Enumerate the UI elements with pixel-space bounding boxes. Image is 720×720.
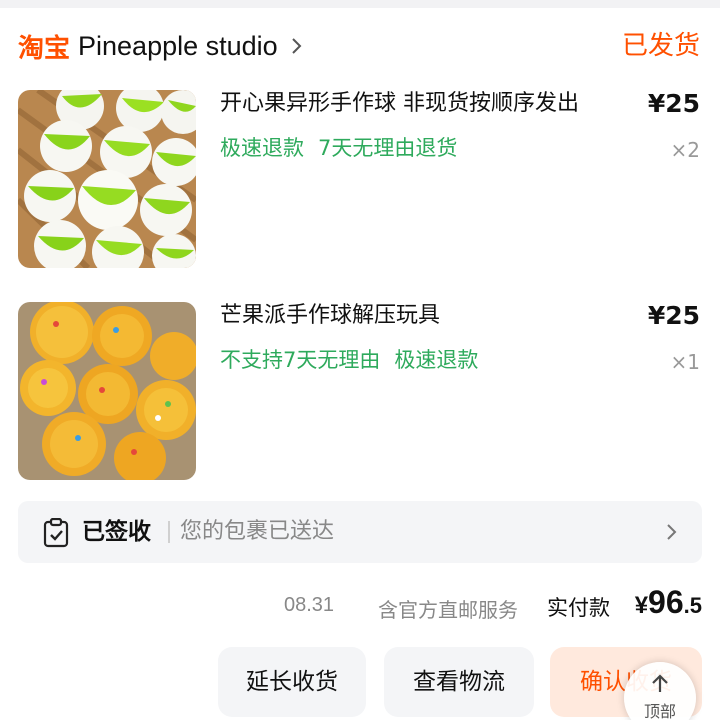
service-tag: 极速退款 — [394, 348, 479, 372]
product-image-pistachio-balls[interactable] — [18, 90, 196, 268]
paid-amount: ¥96.5 — [635, 584, 702, 621]
order-summary: 08.31 含官方直邮服务 实付款 ¥96.5 — [18, 584, 702, 630]
paid-integer: 96 — [648, 584, 684, 620]
order-card-page: 淘宝 Pineapple studio 已发货 开心果异形手作球 非现货按顺序发 — [0, 0, 720, 720]
delivery-message: 您的包裹已送达 — [180, 519, 335, 544]
order-date: 08.31 — [284, 594, 335, 616]
product-price: ¥25 — [647, 89, 700, 118]
divider — [168, 521, 170, 543]
shop-name[interactable]: Pineapple studio — [78, 31, 278, 62]
product-quantity: ×2 — [670, 138, 700, 162]
product-quantity: ×1 — [670, 350, 700, 374]
chevron-right-icon — [667, 524, 677, 540]
clipboard-check-icon — [43, 518, 69, 548]
service-tags: 极速退款 7天无理由退货 — [220, 134, 457, 162]
product-price: ¥25 — [647, 301, 700, 330]
product-row[interactable]: 开心果异形手作球 非现货按顺序发出 ¥25 极速退款 7天无理由退货 ×2 — [18, 89, 702, 268]
service-tags: 不支持7天无理由 极速退款 — [220, 346, 478, 374]
chevron-right-icon — [291, 38, 302, 54]
product-image-mango-balls[interactable] — [18, 302, 196, 480]
order-status: 已发货 — [621, 31, 700, 61]
extend-receipt-button[interactable]: 延长收货 — [218, 647, 366, 717]
paid-decimal: .5 — [683, 593, 702, 618]
service-tag: 极速退款 — [220, 136, 304, 160]
paid-currency: ¥ — [634, 592, 649, 619]
paid-label: 实付款 — [547, 596, 610, 620]
product-row[interactable]: 芒果派手作球解压玩具 ¥25 不支持7天无理由 极速退款 ×1 — [18, 301, 702, 480]
taobao-logo: 淘宝 — [18, 33, 71, 64]
view-logistics-button[interactable]: 查看物流 — [384, 647, 534, 717]
product-title[interactable]: 开心果异形手作球 非现货按顺序发出 — [220, 90, 620, 118]
top-divider — [0, 0, 720, 8]
product-title[interactable]: 芒果派手作球解压玩具 — [220, 302, 620, 330]
delivery-status: 已签收 — [82, 519, 151, 545]
shop-link[interactable]: 淘宝 Pineapple studio — [18, 26, 306, 66]
shop-header: 淘宝 Pineapple studio 已发货 — [18, 26, 702, 66]
service-tag: 不支持7天无理由 — [220, 348, 381, 372]
back-to-top-label: 顶部 — [643, 702, 676, 720]
service-note: 含官方直邮服务 — [378, 598, 518, 622]
arrow-up-icon — [652, 674, 668, 692]
delivery-status-bar[interactable]: 已签收 您的包裹已送达 — [18, 501, 702, 563]
service-tag: 7天无理由退货 — [318, 136, 458, 160]
